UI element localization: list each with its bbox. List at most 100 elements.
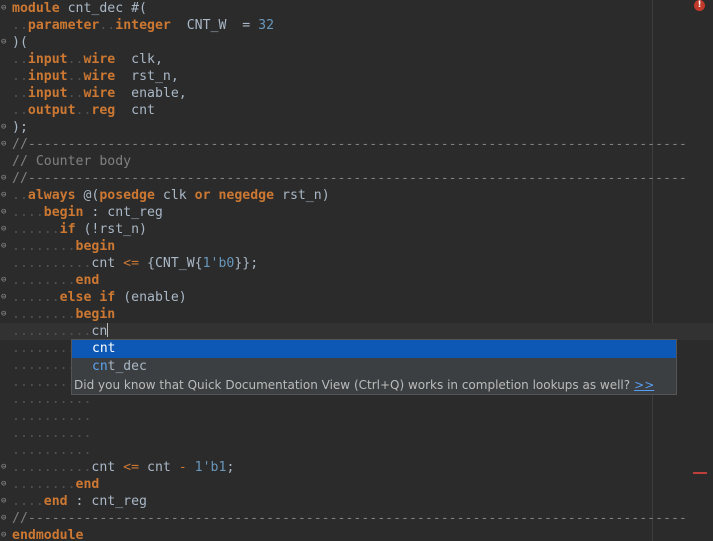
code-token: posedge (99, 188, 155, 203)
code-token: always (27, 188, 76, 203)
fold-marker-icon[interactable]: ⊖ (1, 173, 8, 183)
completion-item-cnt-dec[interactable]: cnt_dec (72, 358, 676, 376)
text-caret (107, 323, 109, 337)
whitespace-marker: .......... (12, 460, 92, 475)
code-line[interactable]: ⊖ ......if (!rst_n) (0, 221, 652, 238)
whitespace-marker: .. (67, 52, 84, 67)
code-token: - (178, 460, 187, 475)
completion-tip-text: Did you know that Quick Documentation Vi… (74, 378, 631, 392)
code-line[interactable]: .......... (0, 425, 652, 442)
completion-popup[interactable]: cnt cnt_dec Did you know that Quick Docu… (71, 339, 677, 395)
code-token: input (27, 86, 68, 101)
code-line[interactable]: ..input..wire enable, (0, 85, 652, 102)
code-token: rst_n) (274, 188, 330, 203)
fold-marker-icon[interactable]: ⊖ (1, 275, 8, 285)
code-token: wire (83, 69, 116, 84)
code-token: if (59, 222, 76, 237)
code-token: or (194, 188, 211, 203)
whitespace-marker: .. (12, 103, 28, 118)
code-token: negedge (218, 188, 275, 203)
fold-marker-icon[interactable]: ⊖ (1, 139, 8, 149)
code-line[interactable]: ..........cnt <= {CNT_W{1'b0}}; (0, 255, 652, 272)
code-line[interactable]: ⊖ ........begin (0, 238, 652, 255)
fold-marker-icon[interactable]: ⊖ (1, 3, 8, 13)
completion-tip-link[interactable]: >> (634, 378, 654, 392)
code-token: )( (12, 35, 28, 50)
fold-marker-icon[interactable]: ⊖ (1, 496, 8, 506)
code-line[interactable]: ⊖ //-------------------------------------… (0, 510, 687, 527)
whitespace-marker: .. (12, 188, 28, 203)
code-line[interactable]: .......... (0, 442, 652, 459)
completion-item-cnt[interactable]: cnt (72, 340, 676, 358)
whitespace-marker: .... (12, 205, 44, 220)
code-line[interactable]: ⊖ )( (0, 34, 652, 51)
code-token: module (12, 1, 60, 16)
code-editor[interactable]: ⊖ module cnt_dec #(..parameter..integer C… (0, 0, 713, 541)
code-line[interactable]: ⊖ ..........cnt <= cnt - 1'b1; (0, 459, 652, 476)
code-area[interactable]: ⊖ module cnt_dec #(..parameter..integer C… (0, 0, 713, 541)
code-line[interactable]: ⊖ //-------------------------------------… (0, 170, 687, 187)
error-indicator-icon[interactable]: ! (694, 0, 705, 11)
fold-marker-icon[interactable]: ⊖ (1, 479, 8, 489)
code-line[interactable]: ..........cn (0, 323, 713, 340)
code-token: <= (123, 256, 140, 271)
code-line[interactable]: ⊖); (0, 119, 652, 136)
code-token: cnt (91, 460, 124, 475)
code-token: wire (83, 52, 116, 67)
code-token: reg (91, 103, 116, 118)
code-line[interactable]: .......... (0, 408, 652, 425)
whitespace-marker: .......... (12, 426, 92, 441)
error-stripe-bar[interactable] (684, 0, 713, 541)
completion-item-prefix: cn (92, 359, 108, 374)
whitespace-marker: ........ (12, 273, 76, 288)
code-line[interactable]: ..output..reg cnt (0, 102, 652, 119)
code-line[interactable]: ⊖ endmodule (0, 527, 652, 541)
whitespace-marker: .. (12, 86, 28, 101)
code-line[interactable]: ..input..wire rst_n, (0, 68, 652, 85)
whitespace-marker: .. (99, 18, 116, 33)
code-line[interactable]: ⊖ ........begin (0, 306, 652, 323)
code-line[interactable]: ⊖ ....end : cnt_reg (0, 493, 652, 510)
whitespace-marker: .. (12, 69, 28, 84)
fold-marker-icon[interactable]: ⊖ (1, 37, 8, 47)
code-token: else (59, 290, 92, 305)
code-line[interactable]: ⊖ //-------------------------------------… (0, 136, 687, 153)
fold-marker-icon[interactable]: ⊖ (1, 224, 8, 234)
error-stripe-mark[interactable] (693, 472, 707, 474)
code-token: cnt (115, 103, 155, 118)
fold-marker-icon[interactable]: ⊖ (1, 190, 8, 200)
fold-marker-icon[interactable]: ⊖ (1, 513, 8, 523)
code-line[interactable]: ⊖ ....begin : cnt_reg (0, 204, 652, 221)
fold-marker-icon[interactable]: ⊖ (1, 309, 8, 319)
code-token: ); (12, 120, 28, 135)
fold-marker-icon[interactable]: ⊖ (1, 241, 8, 251)
code-token: endmodule (12, 528, 84, 541)
code-token: cnt (91, 256, 124, 271)
fold-marker-icon[interactable]: ⊖ (1, 122, 8, 132)
code-token: end (43, 494, 68, 509)
code-token: rst_n, (115, 69, 179, 84)
code-token: @( (75, 188, 100, 203)
code-token: clk (154, 188, 195, 203)
fold-marker-icon[interactable]: ⊖ (1, 207, 8, 217)
code-line[interactable]: // Counter body (0, 153, 652, 170)
whitespace-marker: .. (12, 18, 28, 33)
code-line[interactable]: ..input..wire clk, (0, 51, 652, 68)
code-line[interactable]: ⊖ ........end (0, 272, 652, 289)
code-line[interactable]: ⊖ ......else if (enable) (0, 289, 652, 306)
code-token: 32 (258, 18, 275, 33)
code-token: 1'b1 (194, 460, 227, 475)
completion-item-rest: t_dec (107, 359, 147, 374)
code-token: input (27, 52, 68, 67)
code-line[interactable]: ..parameter..integer CNT_W = 32 (0, 17, 652, 34)
fold-marker-icon[interactable]: ⊖ (1, 530, 8, 540)
code-token: // Counter body (12, 154, 132, 169)
fold-marker-icon[interactable]: ⊖ (1, 292, 8, 302)
code-line[interactable]: ⊖ ..always @(posedge clk or negedge rst_n… (0, 187, 652, 204)
code-token: //--------------------------------------… (12, 511, 687, 526)
code-line[interactable]: ⊖ module cnt_dec #( (0, 0, 652, 17)
code-token: : cnt_reg (83, 205, 163, 220)
code-line[interactable]: ⊖ ........end (0, 476, 652, 493)
fold-marker-icon[interactable]: ⊖ (1, 462, 8, 472)
